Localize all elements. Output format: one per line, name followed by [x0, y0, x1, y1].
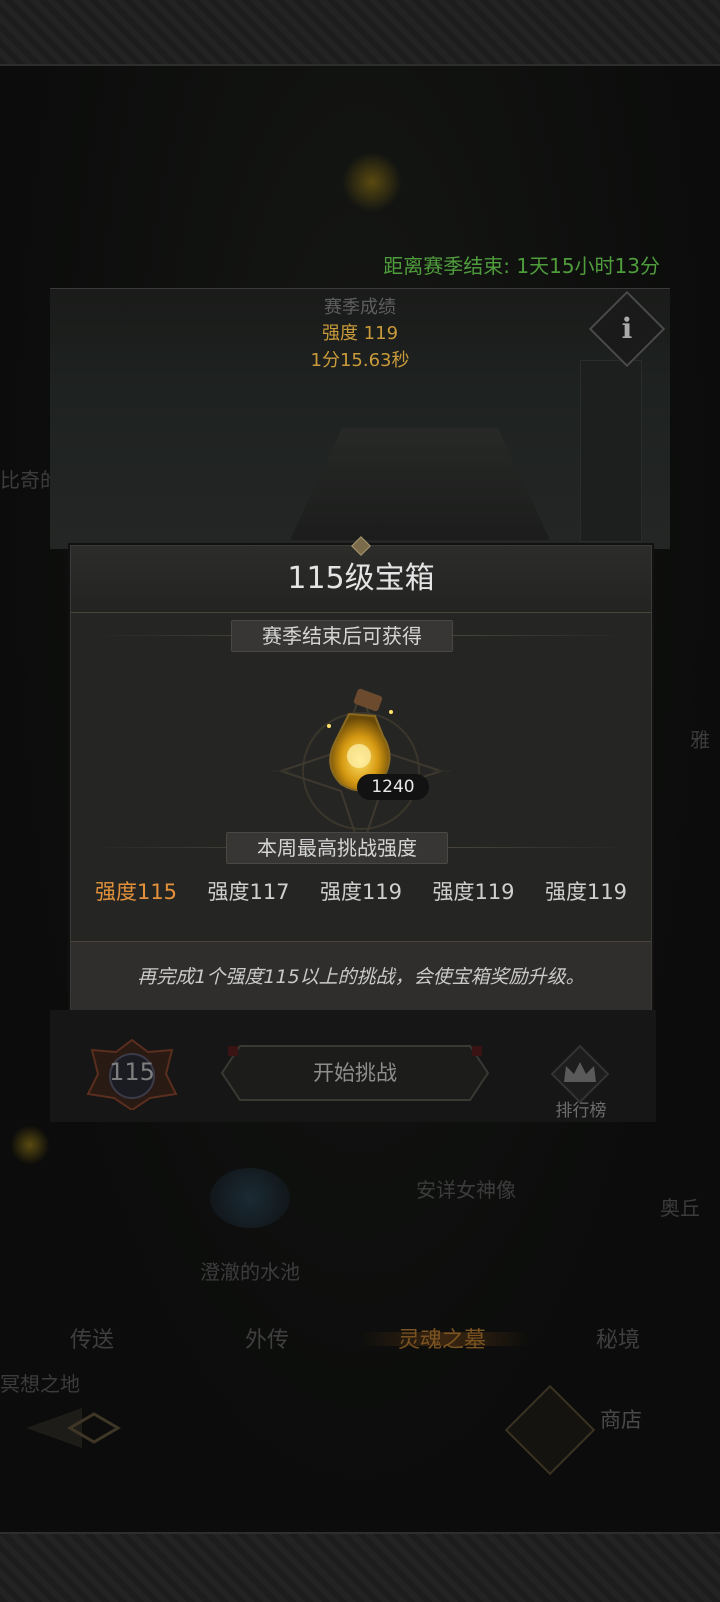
top-ornament-bar: [0, 0, 720, 66]
reward-header: 赛季结束后可获得: [231, 620, 453, 652]
map-label: 雅: [690, 728, 710, 752]
dialog-title-bar: 115级宝箱: [71, 546, 651, 613]
strength-item: 强度117: [207, 880, 290, 904]
strength-item: 强度119: [319, 880, 403, 904]
item-count-badge: 1240: [357, 774, 429, 800]
weekly-strength-list: 强度115 强度117 强度119 强度119 强度119: [81, 876, 641, 906]
level-number: 115: [109, 1058, 155, 1086]
map-label: 澄澈的水池: [200, 1260, 300, 1284]
tab-side-story[interactable]: 外传: [245, 1322, 289, 1354]
water-pool-icon: [210, 1168, 290, 1228]
chest-reward-dialog: 115级宝箱 赛季结束后可获得 1240 本周最高挑战强度 强度115 强度11…: [70, 536, 652, 1027]
tab-secret-realm[interactable]: 秘境: [596, 1322, 640, 1354]
strength-item: 强度115: [94, 880, 178, 904]
torch-glow: [342, 152, 402, 212]
back-arrow-icon[interactable]: [22, 1404, 122, 1452]
start-challenge-button[interactable]: 开始挑战: [220, 1044, 490, 1102]
strength-item: 强度119: [544, 880, 628, 904]
upgrade-hint: 再完成1个强度115以上的挑战，会使宝箱奖励升级。: [137, 966, 585, 988]
strength-item: 强度119: [432, 880, 515, 904]
tab-teleport[interactable]: 传送: [70, 1322, 114, 1354]
weekly-header: 本周最高挑战强度: [226, 832, 448, 864]
map-label: 奥丘: [660, 1196, 700, 1220]
map-label: 安详女神像: [416, 1178, 516, 1202]
info-icon: i: [621, 312, 633, 345]
tab-soul-tomb[interactable]: 灵魂之墓: [398, 1322, 486, 1354]
shop-button[interactable]: 商店: [600, 1404, 642, 1434]
torch-glow: [10, 1125, 50, 1165]
map-label: 冥想之地: [0, 1372, 80, 1396]
bottom-ornament-bar: [0, 1532, 720, 1602]
season-timer: 距离赛季结束: 1天15小时13分: [383, 254, 660, 278]
ranking-button[interactable]: 排行榜: [536, 1096, 626, 1121]
pillar-image: [580, 360, 642, 542]
